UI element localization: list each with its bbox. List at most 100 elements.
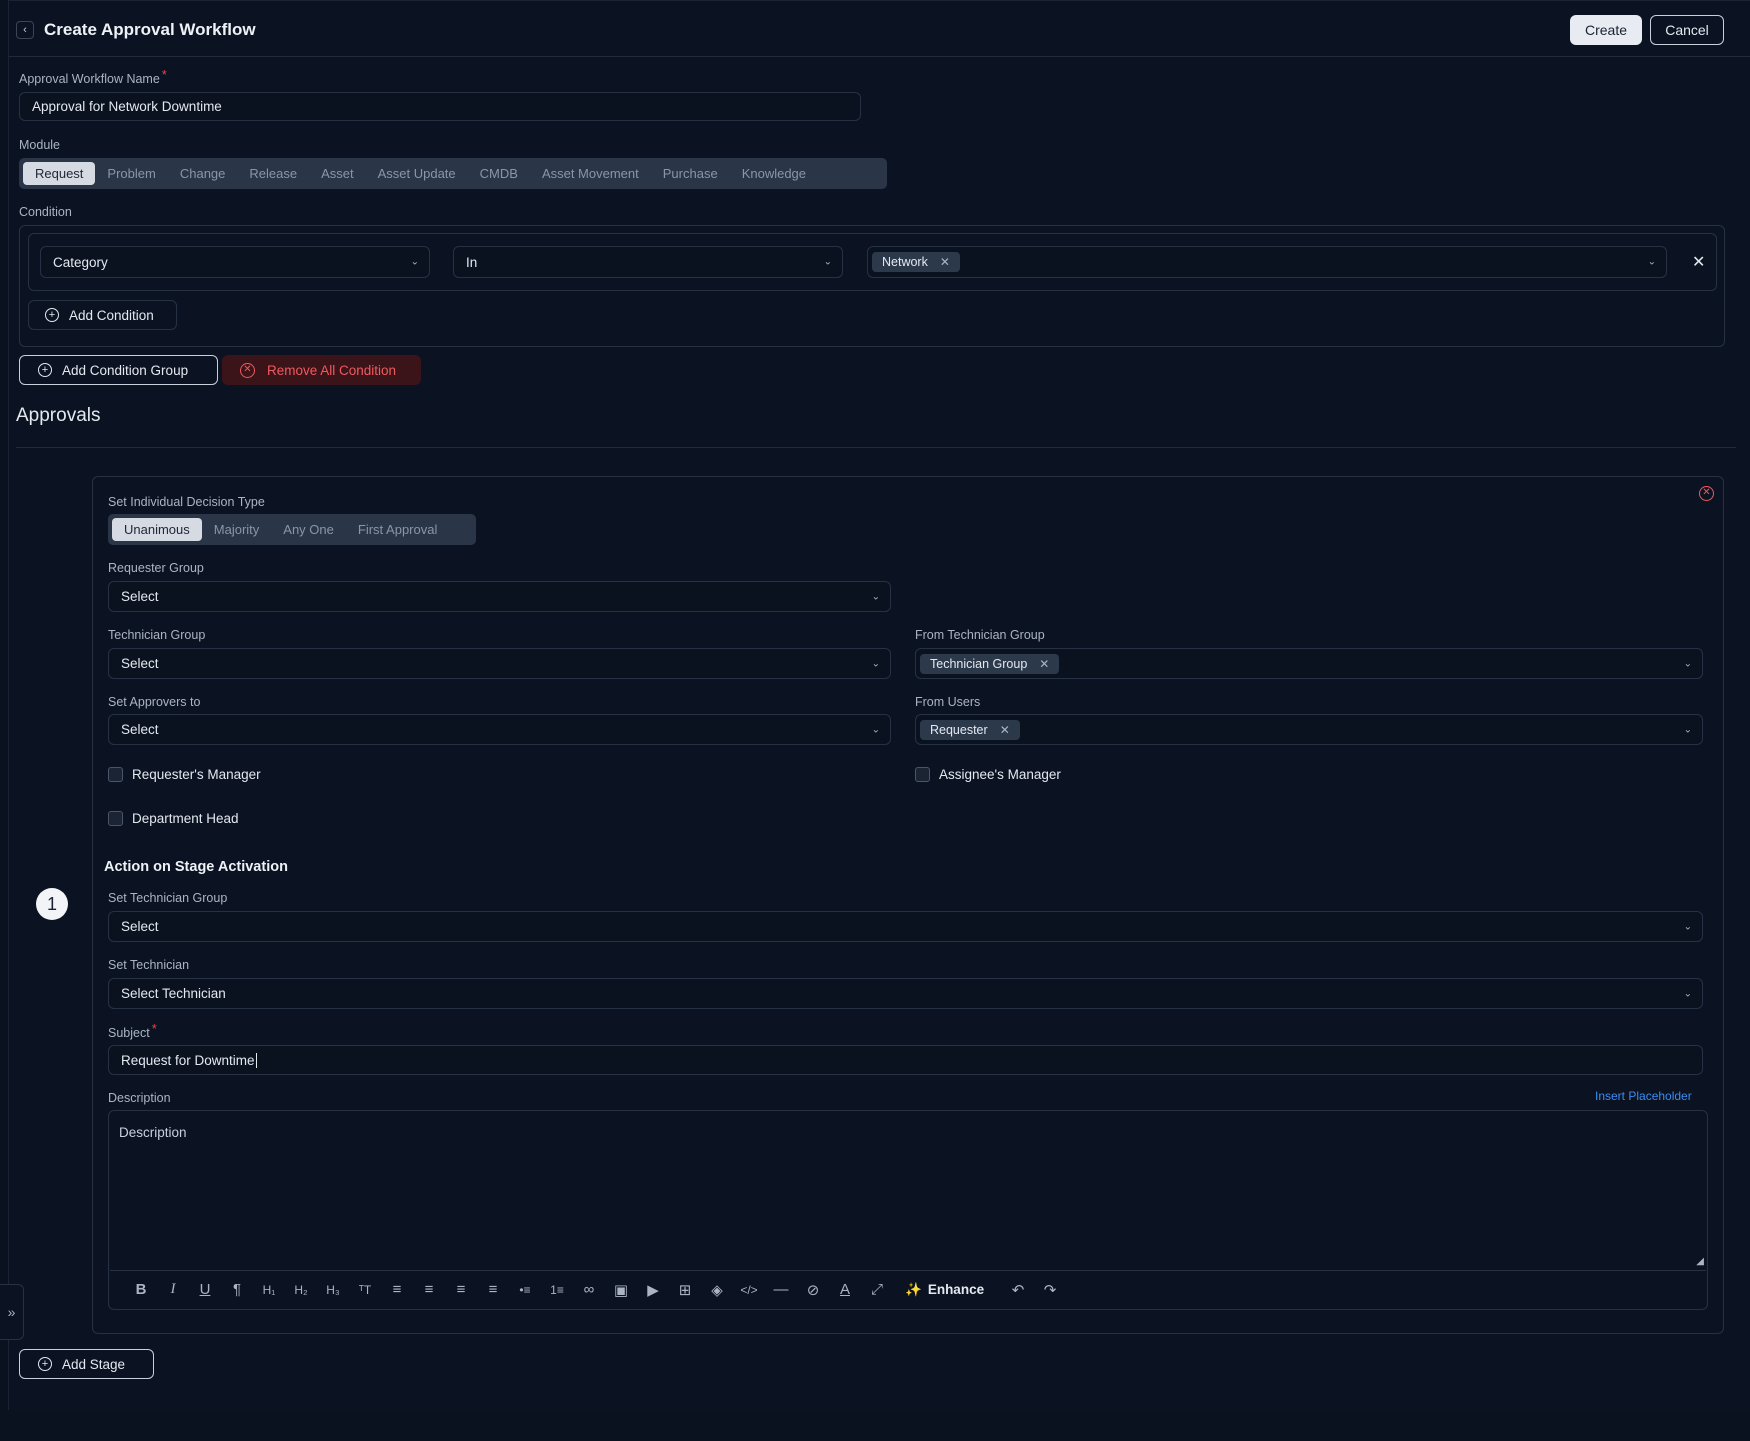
remove-stage-button[interactable]: ✕	[1699, 482, 1714, 501]
page-title: Create Approval Workflow	[44, 20, 256, 39]
heading2-icon[interactable]: H₂	[285, 1283, 317, 1297]
align-left-icon[interactable]: ≡	[381, 1281, 413, 1298]
module-option-asset-update[interactable]: Asset Update	[366, 162, 468, 185]
enhance-button[interactable]: ✨ Enhance	[905, 1282, 984, 1298]
link-icon[interactable]: ∞	[573, 1281, 605, 1298]
decision-option-first-approval[interactable]: First Approval	[346, 518, 449, 541]
module-option-cmdb[interactable]: CMDB	[468, 162, 530, 185]
decision-option-unanimous[interactable]: Unanimous	[112, 518, 202, 541]
condition-field-select[interactable]: Category ⌄	[40, 246, 430, 278]
module-option-knowledge[interactable]: Knowledge	[730, 162, 818, 185]
add-condition-group-button[interactable]: + Add Condition Group	[19, 355, 218, 385]
module-option-problem[interactable]: Problem	[95, 162, 167, 185]
subject-input[interactable]: Request for Downtime	[108, 1045, 1703, 1075]
technician-group-label: Technician Group	[108, 628, 206, 642]
decision-option-majority[interactable]: Majority	[202, 518, 272, 541]
fill-color-icon[interactable]: ◈	[701, 1281, 733, 1299]
subject-label-text: Subject	[108, 1026, 150, 1040]
table-icon[interactable]: ⊞	[669, 1281, 701, 1299]
fullscreen-icon[interactable]: ⤢	[861, 1281, 893, 1298]
subject-label: Subject *	[108, 1021, 157, 1040]
numbered-list-icon[interactable]: 1≡	[541, 1283, 573, 1297]
add-condition-button[interactable]: + Add Condition	[28, 300, 177, 330]
set-approvers-select[interactable]: Select ⌄	[108, 714, 891, 745]
back-button[interactable]: ‹	[16, 21, 34, 39]
set-technician-value: Select Technician	[121, 986, 226, 1001]
module-option-release[interactable]: Release	[237, 162, 309, 185]
from-users-select[interactable]: Requester ✕ ⌄	[915, 714, 1703, 745]
set-approvers-label: Set Approvers to	[108, 695, 201, 709]
set-technician-label: Set Technician	[108, 958, 190, 972]
heading3-icon[interactable]: H₃	[317, 1283, 349, 1297]
redo-icon[interactable]: ↷	[1034, 1281, 1066, 1299]
add-stage-button[interactable]: + Add Stage	[19, 1349, 154, 1379]
module-segmented-control: Request Problem Change Release Asset Ass…	[19, 158, 887, 189]
video-icon[interactable]: ▶	[637, 1281, 669, 1299]
from-users-label: From Users	[915, 695, 981, 709]
requester-tag-label: Requester	[930, 722, 988, 737]
enhance-label: Enhance	[927, 1282, 985, 1297]
clear-format-icon[interactable]: ⊘	[797, 1281, 829, 1299]
condition-operator-select[interactable]: In ⌄	[453, 246, 843, 278]
chevron-down-icon: ⌄	[871, 724, 880, 735]
underline-icon[interactable]: U	[189, 1281, 221, 1298]
module-option-purchase[interactable]: Purchase	[651, 162, 730, 185]
requester-group-select[interactable]: Select ⌄	[108, 581, 891, 612]
image-icon[interactable]: ▣	[605, 1281, 637, 1299]
technician-group-select[interactable]: Select ⌄	[108, 648, 891, 679]
set-technician-select[interactable]: Select Technician ⌄	[108, 978, 1703, 1009]
description-placeholder: Description	[119, 1125, 187, 1140]
text-color-icon[interactable]: A	[829, 1281, 861, 1298]
set-technician-group-select[interactable]: Select ⌄	[108, 911, 1703, 942]
plus-circle-icon: +	[38, 1357, 52, 1371]
align-justify-icon[interactable]: ≡	[477, 1281, 509, 1298]
department-head-checkbox[interactable]	[108, 811, 123, 826]
remove-all-condition-button[interactable]: ✕ Remove All Condition	[222, 355, 421, 385]
chevron-down-icon: ⌄	[1683, 658, 1692, 669]
editor-toolbar: B I U ¶ H₁ H₂ H₃ ᵀT ≡ ≡ ≡ ≡ •≡ 1≡ ∞ ▣ ▶ …	[110, 1270, 1706, 1308]
bold-icon[interactable]: B	[125, 1281, 157, 1298]
heading1-icon[interactable]: H₁	[253, 1283, 285, 1297]
condition-value-select[interactable]: Network ✕ ⌄	[867, 246, 1667, 278]
requesters-manager-checkbox[interactable]	[108, 767, 123, 782]
app-window: ‹ Create Approval Workflow Create Cancel…	[8, 0, 1750, 1410]
chevron-down-icon: ⌄	[823, 256, 832, 268]
undo-icon[interactable]: ↶	[1002, 1281, 1034, 1299]
set-technician-group-value: Select	[121, 919, 159, 934]
sidebar-expand-button[interactable]: »	[0, 1284, 24, 1340]
horizontal-rule-icon[interactable]: —	[765, 1281, 797, 1298]
insert-placeholder-link[interactable]: Insert Placeholder	[1595, 1089, 1692, 1103]
assignees-manager-checkbox-row[interactable]: Assignee's Manager	[915, 767, 1061, 782]
requester-group-value: Select	[121, 589, 159, 604]
create-button[interactable]: Create	[1570, 15, 1642, 45]
requesters-manager-checkbox-row[interactable]: Requester's Manager	[108, 767, 261, 782]
align-center-icon[interactable]: ≡	[413, 1281, 445, 1298]
italic-icon[interactable]: I	[157, 1281, 189, 1298]
close-icon[interactable]: ✕	[1000, 723, 1010, 737]
from-technician-group-select[interactable]: Technician Group ✕ ⌄	[915, 648, 1703, 679]
resize-handle-icon[interactable]: ◢	[1696, 1256, 1704, 1267]
cancel-button[interactable]: Cancel	[1650, 15, 1724, 45]
module-option-request[interactable]: Request	[23, 162, 96, 185]
close-icon[interactable]: ✕	[1692, 252, 1705, 272]
department-head-label: Department Head	[132, 811, 239, 826]
top-bar: ‹ Create Approval Workflow Create Cancel	[9, 1, 1750, 57]
required-mark: *	[161, 67, 167, 82]
decision-option-any-one[interactable]: Any One	[271, 518, 346, 541]
workflow-name-value: Approval for Network Downtime	[32, 99, 222, 114]
module-option-asset[interactable]: Asset	[309, 162, 366, 185]
department-head-checkbox-row[interactable]: Department Head	[108, 811, 239, 826]
bullet-list-icon[interactable]: •≡	[509, 1283, 541, 1297]
subject-value: Request for Downtime	[121, 1052, 255, 1068]
close-icon[interactable]: ✕	[1039, 657, 1049, 671]
description-editor[interactable]: Description ◢ B I U ¶ H₁ H₂ H₃ ᵀT ≡ ≡ ≡ …	[108, 1110, 1708, 1310]
module-option-asset-movement[interactable]: Asset Movement	[530, 162, 651, 185]
align-right-icon[interactable]: ≡	[445, 1281, 477, 1298]
close-icon[interactable]: ✕	[940, 255, 950, 269]
code-icon[interactable]: </>	[733, 1283, 765, 1297]
assignees-manager-checkbox[interactable]	[915, 767, 930, 782]
module-option-change[interactable]: Change	[168, 162, 238, 185]
text-size-icon[interactable]: ᵀT	[349, 1283, 381, 1297]
paragraph-icon[interactable]: ¶	[221, 1281, 253, 1298]
workflow-name-input[interactable]: Approval for Network Downtime	[19, 92, 861, 121]
